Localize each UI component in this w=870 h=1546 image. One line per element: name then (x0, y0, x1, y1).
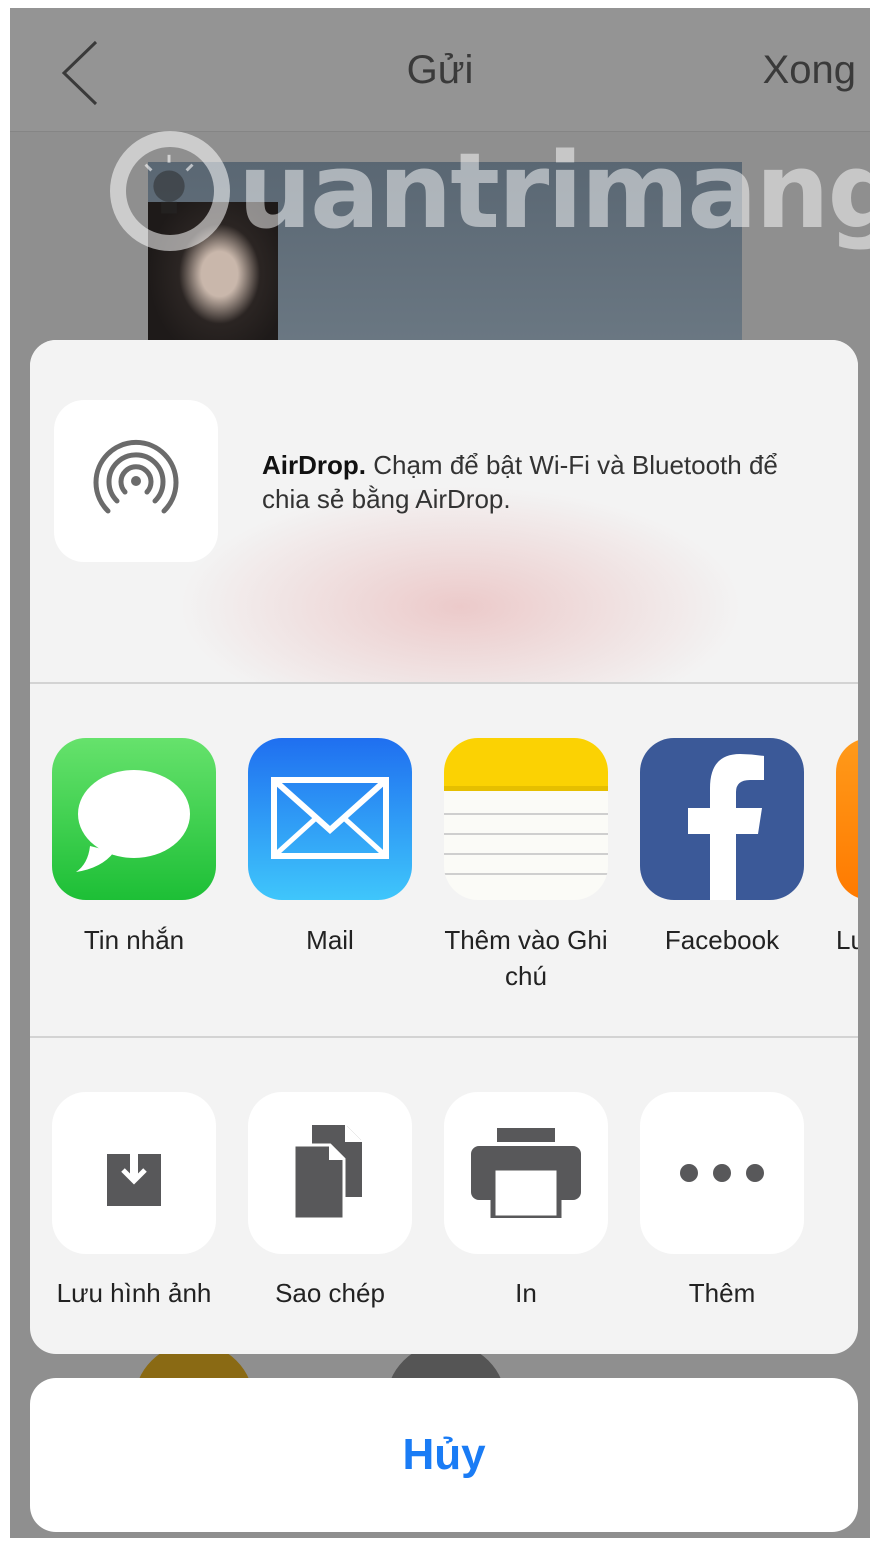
app-label: Tin nhắn (83, 925, 185, 955)
app-label: Facebook (664, 925, 780, 955)
app-notes[interactable]: Thêm vào Ghi chú (444, 738, 608, 994)
watermark: uantrimang (110, 116, 870, 266)
notes-icon[interactable] (444, 738, 608, 900)
airdrop-title: AirDrop. (262, 450, 366, 480)
action-print[interactable]: In (444, 1092, 608, 1309)
airdrop-description: AirDrop. Chạm để bật Wi-Fi và Bluetooth … (262, 448, 822, 516)
more-icon[interactable] (640, 1092, 804, 1254)
actions-row: Lưu hình ảnh Sao chép In Thêm (30, 1038, 858, 1354)
app-label: Lu (836, 925, 858, 955)
facebook-icon[interactable] (640, 738, 804, 900)
action-save-image[interactable]: Lưu hình ảnh (52, 1092, 216, 1309)
app-label: Thêm vào Ghi chú (444, 925, 608, 991)
watermark-text: uantrimang (238, 130, 870, 252)
app-messages[interactable]: Tin nhắn (52, 738, 216, 958)
app-partial[interactable]: Lu (836, 738, 858, 958)
save-image-icon[interactable] (52, 1092, 216, 1254)
action-copy[interactable]: Sao chép (248, 1092, 412, 1309)
app-mail[interactable]: Mail (248, 738, 412, 958)
app-label: Mail (306, 925, 354, 955)
nav-title: Gửi (406, 48, 474, 92)
nav-bar: Gửi Xong (10, 8, 870, 132)
action-label: Thêm (688, 1278, 756, 1308)
mail-icon[interactable] (248, 738, 412, 900)
apps-row: Tin nhắn Mail Thêm vào Ghi chú Facebook … (30, 684, 858, 1036)
app-facebook[interactable]: Facebook (640, 738, 804, 958)
lightbulb-icon (110, 131, 230, 251)
action-label: Lưu hình ảnh (56, 1278, 212, 1308)
action-label: In (515, 1278, 537, 1308)
app-partial-icon[interactable] (836, 738, 858, 900)
done-button[interactable]: Xong (763, 48, 856, 93)
copy-icon[interactable] (248, 1092, 412, 1254)
airdrop-icon[interactable] (54, 400, 218, 562)
action-more[interactable]: Thêm (640, 1092, 804, 1309)
print-icon[interactable] (444, 1092, 608, 1254)
action-label: Sao chép (275, 1278, 385, 1308)
cancel-button[interactable]: Hủy (30, 1378, 858, 1532)
airdrop-section[interactable]: AirDrop. Chạm để bật Wi-Fi và Bluetooth … (30, 340, 858, 682)
messages-icon[interactable] (52, 738, 216, 900)
share-sheet: AirDrop. Chạm để bật Wi-Fi và Bluetooth … (30, 340, 858, 1354)
cancel-label: Hủy (402, 1430, 486, 1479)
